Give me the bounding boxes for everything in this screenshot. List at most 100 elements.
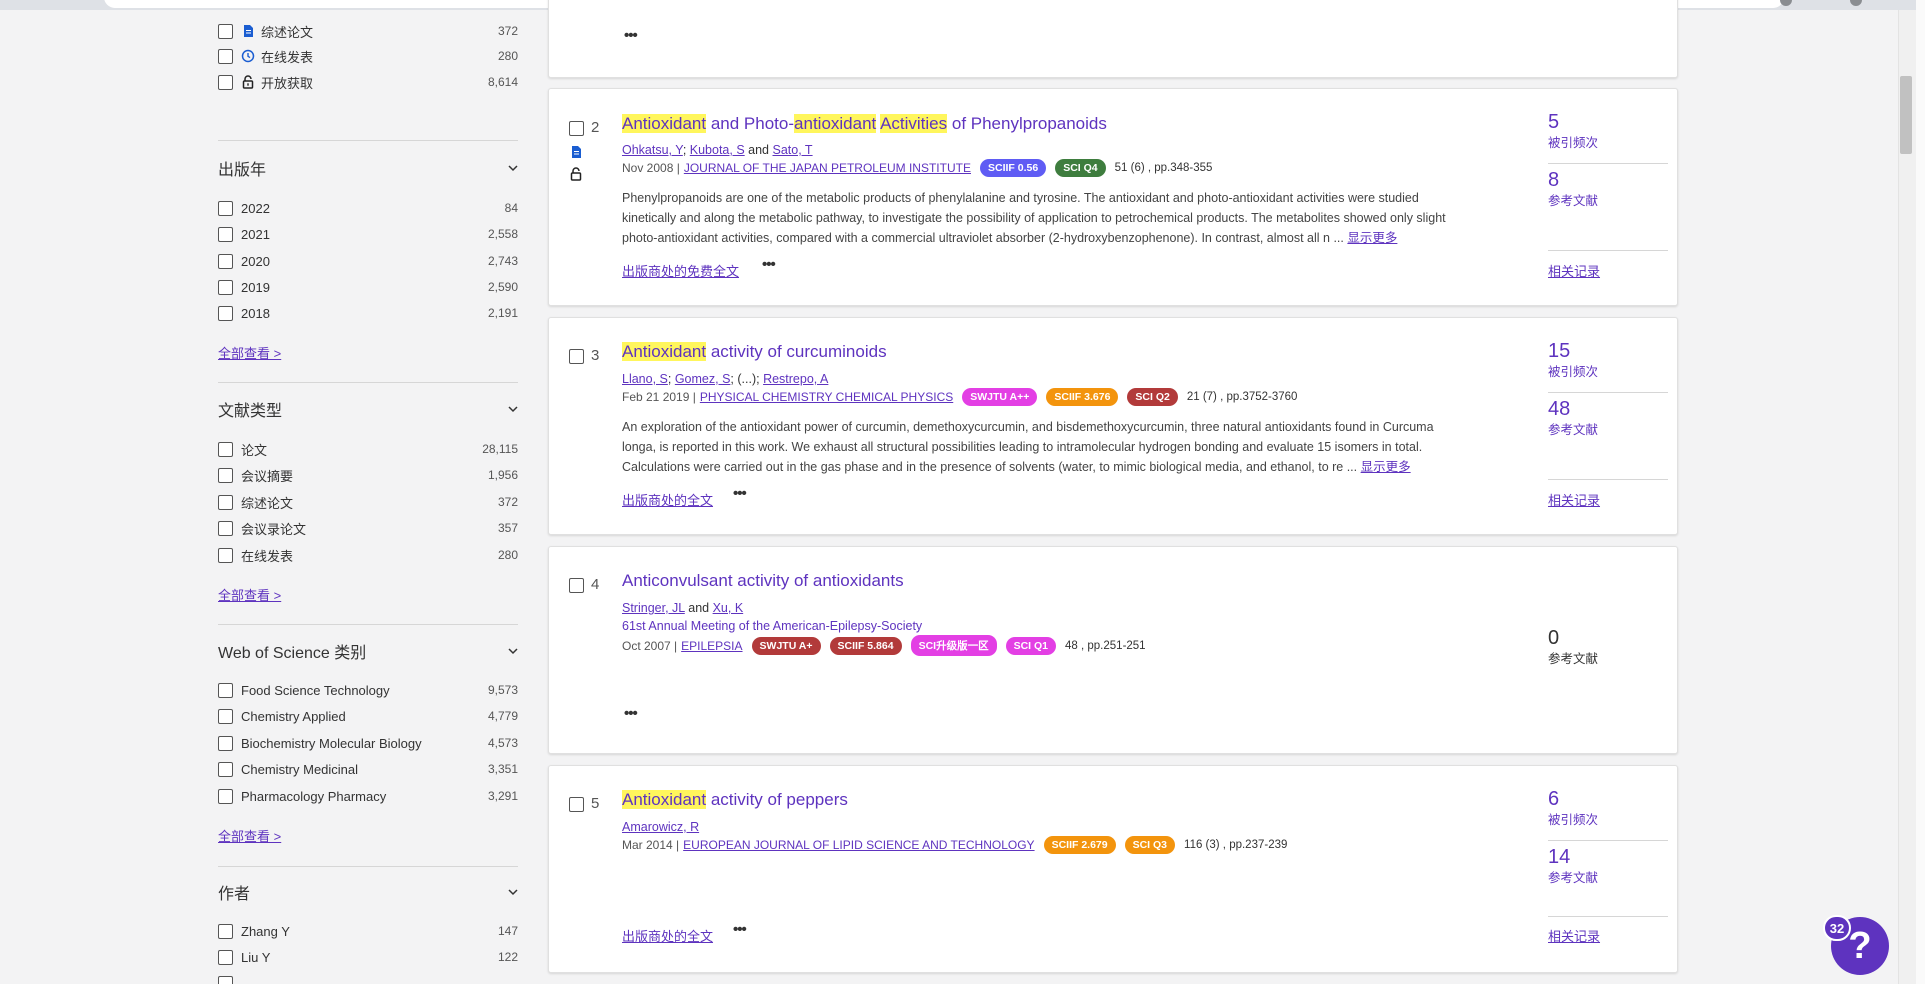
checkbox[interactable] <box>218 226 233 242</box>
references-count[interactable]: 14 <box>1548 846 1668 869</box>
show-more-link[interactable]: 显示更多 <box>1347 231 1397 245</box>
facet-year-item[interactable]: 2018 2,191 <box>218 302 518 324</box>
checkbox[interactable] <box>218 547 233 563</box>
checkbox[interactable] <box>218 975 233 984</box>
more-options-icon[interactable]: ••• <box>624 705 638 722</box>
facet-doc-type-item[interactable]: 会议摘要 1,956 <box>218 464 518 486</box>
record-title[interactable]: Antioxidant activity of peppers <box>622 790 848 810</box>
journal-link[interactable]: JOURNAL OF THE JAPAN PETROLEUM INSTITUTE <box>684 161 971 175</box>
record-checkbox[interactable] <box>569 578 584 593</box>
author-link[interactable]: Ohkatsu, Y <box>622 143 683 157</box>
times-cited-label[interactable]: 被引频次 <box>1548 132 1668 151</box>
facet-doc-type-item[interactable]: 综述论文 372 <box>218 491 518 513</box>
facet-header-wos-categories[interactable]: Web of Science 类别 <box>218 639 518 663</box>
profile-icon[interactable] <box>1850 0 1862 6</box>
facet-wos-item[interactable]: Food Science Technology 9,573 <box>218 679 518 701</box>
times-cited-count[interactable]: 15 <box>1548 340 1668 363</box>
more-options-icon[interactable]: ••• <box>733 485 747 502</box>
record-checkbox[interactable] <box>569 121 584 136</box>
see-all-doc-types-link[interactable]: 全部查看 > <box>218 585 281 604</box>
checkbox[interactable] <box>218 467 233 483</box>
references[interactable]: 8 参考文献 <box>1548 169 1668 209</box>
references-label[interactable]: 参考文献 <box>1548 190 1668 209</box>
checkbox[interactable] <box>218 949 233 965</box>
facet-wos-item[interactable]: Chemistry Applied 4,779 <box>218 705 518 727</box>
author-link[interactable]: Restrepo, A <box>763 372 828 386</box>
checkbox[interactable] <box>218 23 233 39</box>
references-label[interactable]: 参考文献 <box>1548 419 1668 438</box>
related-records-link[interactable]: 相关记录 <box>1548 926 1600 945</box>
more-options-icon[interactable]: ••• <box>762 256 776 273</box>
full-text-link[interactable]: 出版商处的全文 <box>622 926 713 945</box>
facet-review-articles[interactable]: 综述论文 372 <box>218 20 518 42</box>
checkbox[interactable] <box>218 761 233 777</box>
record-checkbox[interactable] <box>569 797 584 812</box>
facet-doc-type-item[interactable]: 会议录论文 357 <box>218 517 518 539</box>
show-more-link[interactable]: 显示更多 <box>1361 460 1411 474</box>
references[interactable]: 14 参考文献 <box>1548 846 1668 886</box>
full-text-link[interactable]: 出版商处的全文 <box>622 490 713 509</box>
checkbox[interactable] <box>218 441 233 457</box>
times-cited-count[interactable]: 5 <box>1548 111 1668 134</box>
related-records-link[interactable]: 相关记录 <box>1548 490 1600 509</box>
times-cited-label[interactable]: 被引频次 <box>1548 809 1668 828</box>
author-link[interactable]: Gomez, S <box>675 372 731 386</box>
author-link[interactable]: Kubota, S <box>690 143 745 157</box>
facet-year-item[interactable]: 2022 84 <box>218 197 518 219</box>
checkbox[interactable] <box>218 494 233 510</box>
facet-author-item[interactable] <box>218 972 518 984</box>
journal-link[interactable]: EUROPEAN JOURNAL OF LIPID SCIENCE AND TE… <box>683 838 1034 852</box>
checkbox[interactable] <box>218 708 233 724</box>
facet-year-item[interactable]: 2019 2,590 <box>218 276 518 298</box>
see-all-wos-link[interactable]: 全部查看 > <box>218 826 281 845</box>
facet-wos-item[interactable]: Chemistry Medicinal 3,351 <box>218 758 518 780</box>
checkbox[interactable] <box>218 48 233 64</box>
references[interactable]: 48 参考文献 <box>1548 398 1668 438</box>
times-cited[interactable]: 15 被引频次 <box>1548 340 1668 380</box>
references-label[interactable]: 参考文献 <box>1548 867 1668 886</box>
checkbox[interactable] <box>218 520 233 536</box>
journal-link[interactable]: EPILEPSIA <box>681 639 742 653</box>
conference-name[interactable]: 61st Annual Meeting of the American-Epil… <box>622 619 922 633</box>
checkbox[interactable] <box>218 279 233 295</box>
author-link[interactable]: Sato, T <box>773 143 813 157</box>
author-link[interactable]: Stringer, JL <box>622 601 685 615</box>
author-link[interactable]: Amarowicz, R <box>622 820 699 834</box>
facet-doc-type-item[interactable]: 在线发表 280 <box>218 544 518 566</box>
record-checkbox[interactable] <box>569 349 584 364</box>
more-options-icon[interactable]: ••• <box>733 921 747 938</box>
see-all-years-link[interactable]: 全部查看 > <box>218 343 281 362</box>
references-count[interactable]: 48 <box>1548 398 1668 421</box>
checkbox[interactable] <box>218 74 233 90</box>
checkbox[interactable] <box>218 735 233 751</box>
facet-author-item[interactable]: Zhang Y 147 <box>218 920 518 942</box>
facet-header-authors[interactable]: 作者 <box>218 880 518 904</box>
facet-author-item[interactable]: Liu Y 122 <box>218 946 518 968</box>
author-link[interactable]: Llano, S <box>622 372 668 386</box>
author-link[interactable]: Xu, K <box>713 601 744 615</box>
times-cited[interactable]: 6 被引频次 <box>1548 788 1668 828</box>
record-title[interactable]: Antioxidant and Photo-antioxidant Activi… <box>622 114 1107 134</box>
record-title[interactable]: Antioxidant activity of curcuminoids <box>622 342 887 362</box>
times-cited-label[interactable]: 被引频次 <box>1548 361 1668 380</box>
references-count[interactable]: 8 <box>1548 169 1668 192</box>
facet-early-access[interactable]: 在线发表 280 <box>218 45 518 67</box>
facet-wos-item[interactable]: Biochemistry Molecular Biology 4,573 <box>218 732 518 754</box>
more-options-icon[interactable]: ••• <box>624 27 638 44</box>
checkbox[interactable] <box>218 682 233 698</box>
free-full-text-link[interactable]: 出版商处的免费全文 <box>622 261 739 280</box>
checkbox[interactable] <box>218 788 233 804</box>
record-title[interactable]: Anticonvulsant activity of antioxidants <box>622 571 904 591</box>
checkbox[interactable] <box>218 923 233 939</box>
checkbox[interactable] <box>218 305 233 321</box>
facet-header-doc-type[interactable]: 文献类型 <box>218 397 518 421</box>
extension-icon[interactable] <box>1780 0 1792 6</box>
facet-open-access[interactable]: 开放获取 8,614 <box>218 71 518 93</box>
facet-header-year[interactable]: 出版年 <box>218 156 518 180</box>
scrollbar[interactable] <box>1898 10 1916 984</box>
facet-doc-type-item[interactable]: 论文 28,115 <box>218 438 518 460</box>
journal-link[interactable]: PHYSICAL CHEMISTRY CHEMICAL PHYSICS <box>700 390 953 404</box>
related-records-link[interactable]: 相关记录 <box>1548 261 1600 280</box>
checkbox[interactable] <box>218 253 233 269</box>
times-cited-count[interactable]: 6 <box>1548 788 1668 811</box>
